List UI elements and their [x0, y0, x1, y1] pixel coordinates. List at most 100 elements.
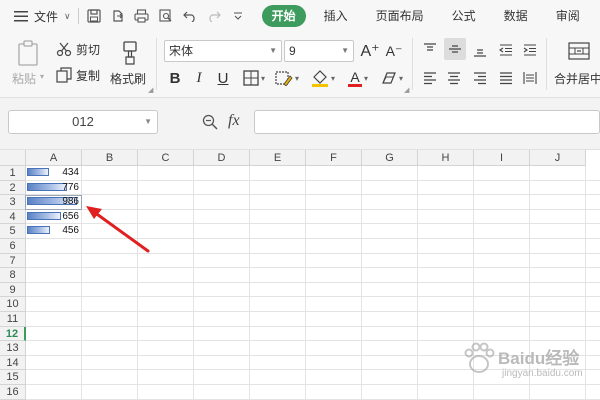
- column-header-h[interactable]: H: [418, 150, 474, 166]
- fx-icon[interactable]: fx: [228, 112, 240, 130]
- redo-icon[interactable]: [202, 4, 226, 28]
- column-header-j[interactable]: J: [530, 150, 586, 166]
- justify-button[interactable]: [496, 68, 516, 88]
- row-header-16[interactable]: 16: [0, 385, 26, 400]
- cell-value: 434: [62, 167, 79, 178]
- cell-a2[interactable]: 776: [26, 181, 82, 196]
- divider: [412, 38, 413, 90]
- shrink-font-button[interactable]: A⁻: [384, 40, 404, 62]
- fill-color-button[interactable]: ▾: [308, 68, 338, 88]
- row-header-12[interactable]: 12: [0, 326, 26, 342]
- row-header-13[interactable]: 13: [0, 341, 26, 356]
- format-painter-button[interactable]: [114, 38, 146, 68]
- column-header-i[interactable]: I: [474, 150, 530, 166]
- save-icon[interactable]: [82, 4, 106, 28]
- distribute-icon: [523, 72, 537, 84]
- align-right-button[interactable]: [470, 68, 490, 88]
- merge-center-label: 合并居中: [554, 72, 600, 86]
- clear-format-button[interactable]: ▾: [378, 69, 406, 87]
- row-header-4[interactable]: 4: [0, 209, 26, 225]
- row-header-15[interactable]: 15: [0, 370, 26, 385]
- column-header-g[interactable]: G: [362, 150, 418, 166]
- align-center-button[interactable]: [444, 68, 464, 88]
- chevron-down-icon: ▾: [260, 73, 265, 83]
- row-header-9[interactable]: 9: [0, 282, 26, 298]
- font-name-select[interactable]: 宋体 ▼: [164, 40, 282, 62]
- row-header-2[interactable]: 2: [0, 180, 26, 196]
- divider: [156, 38, 157, 90]
- file-menu[interactable]: 文件 ∨: [10, 4, 75, 28]
- align-top-button[interactable]: [420, 40, 440, 60]
- bold-button[interactable]: B: [166, 68, 184, 88]
- clipboard-icon: [18, 40, 38, 66]
- conditional-format-icon: [275, 71, 293, 86]
- column-header-c[interactable]: C: [138, 150, 194, 166]
- group-expand-icon[interactable]: ◢: [404, 86, 409, 94]
- cell-a4[interactable]: 656: [26, 210, 82, 225]
- tab-1[interactable]: 插入: [314, 5, 358, 27]
- group-expand-icon[interactable]: ◢: [148, 86, 153, 94]
- name-box[interactable]: 012 ▼: [8, 110, 158, 134]
- decrease-indent-button[interactable]: [496, 40, 516, 60]
- row-header-8[interactable]: 8: [0, 268, 26, 283]
- cell-style-button[interactable]: ▾: [272, 69, 302, 87]
- export-icon[interactable]: [106, 4, 130, 28]
- increase-indent-button[interactable]: [520, 40, 540, 60]
- tab-2[interactable]: 页面布局: [366, 5, 434, 27]
- print-preview-icon[interactable]: [154, 4, 178, 28]
- font-size-select[interactable]: 9 ▼: [284, 40, 354, 62]
- row-gridline: [26, 267, 600, 269]
- font-size-value: 9: [289, 44, 296, 58]
- row-gridline: [26, 296, 600, 298]
- column-header-b[interactable]: B: [82, 150, 138, 166]
- tab-5[interactable]: 审阅: [546, 5, 590, 27]
- cut-label: 剪切: [76, 42, 101, 57]
- distribute-button[interactable]: [520, 68, 540, 88]
- row-header-11[interactable]: 11: [0, 312, 26, 327]
- column-gridline: [249, 166, 250, 400]
- dropdown-arrow-icon[interactable]: ▾: [40, 72, 44, 81]
- row-header-7[interactable]: 7: [0, 253, 26, 269]
- column-header-a[interactable]: A: [26, 150, 82, 166]
- column-header-f[interactable]: F: [306, 150, 362, 166]
- file-menu-label: 文件: [34, 9, 59, 24]
- chevron-down-icon: ∨: [64, 10, 71, 21]
- scissors-icon: [56, 42, 72, 57]
- borders-button[interactable]: ▾: [240, 69, 268, 87]
- row-header-1[interactable]: 1: [0, 166, 26, 181]
- tab-0[interactable]: 开始: [261, 5, 306, 27]
- column-header-d[interactable]: D: [194, 150, 250, 166]
- column-header-e[interactable]: E: [250, 150, 306, 166]
- align-bottom-button[interactable]: [470, 40, 490, 60]
- align-bottom-icon: [474, 49, 486, 57]
- cell-value: 776: [62, 181, 79, 193]
- align-left-button[interactable]: [420, 68, 440, 88]
- paste-button[interactable]: [10, 38, 46, 68]
- grow-font-button[interactable]: A⁺: [360, 40, 380, 62]
- undo-icon[interactable]: [178, 4, 202, 28]
- copy-button[interactable]: 复制: [56, 66, 100, 84]
- print-icon[interactable]: [130, 4, 154, 28]
- underline-button[interactable]: U: [214, 68, 232, 88]
- row-header-14[interactable]: 14: [0, 355, 26, 371]
- italic-button[interactable]: I: [190, 68, 208, 88]
- row-header-5[interactable]: 5: [0, 224, 26, 239]
- column-gridline: [193, 166, 194, 400]
- formula-input[interactable]: [254, 110, 600, 134]
- tab-3[interactable]: 公式: [442, 5, 486, 27]
- merge-center-button[interactable]: [566, 40, 592, 62]
- copy-label: 复制: [76, 68, 101, 83]
- align-middle-button[interactable]: [444, 38, 466, 60]
- tab-4[interactable]: 数据: [494, 5, 538, 27]
- row-header-3[interactable]: 3: [0, 195, 26, 210]
- select-all-corner[interactable]: [0, 150, 26, 166]
- row-header-10[interactable]: 10: [0, 297, 26, 312]
- customize-toolbar-icon[interactable]: [226, 4, 250, 28]
- chevron-down-icon[interactable]: ▾: [364, 74, 368, 83]
- row-header-6[interactable]: 6: [0, 239, 26, 254]
- fill-color-swatch: [311, 84, 328, 87]
- cell-a5[interactable]: 456: [26, 224, 82, 239]
- cut-button[interactable]: 剪切: [56, 40, 100, 58]
- cell-a1[interactable]: 434: [26, 166, 82, 181]
- zoom-search-icon[interactable]: [202, 114, 218, 135]
